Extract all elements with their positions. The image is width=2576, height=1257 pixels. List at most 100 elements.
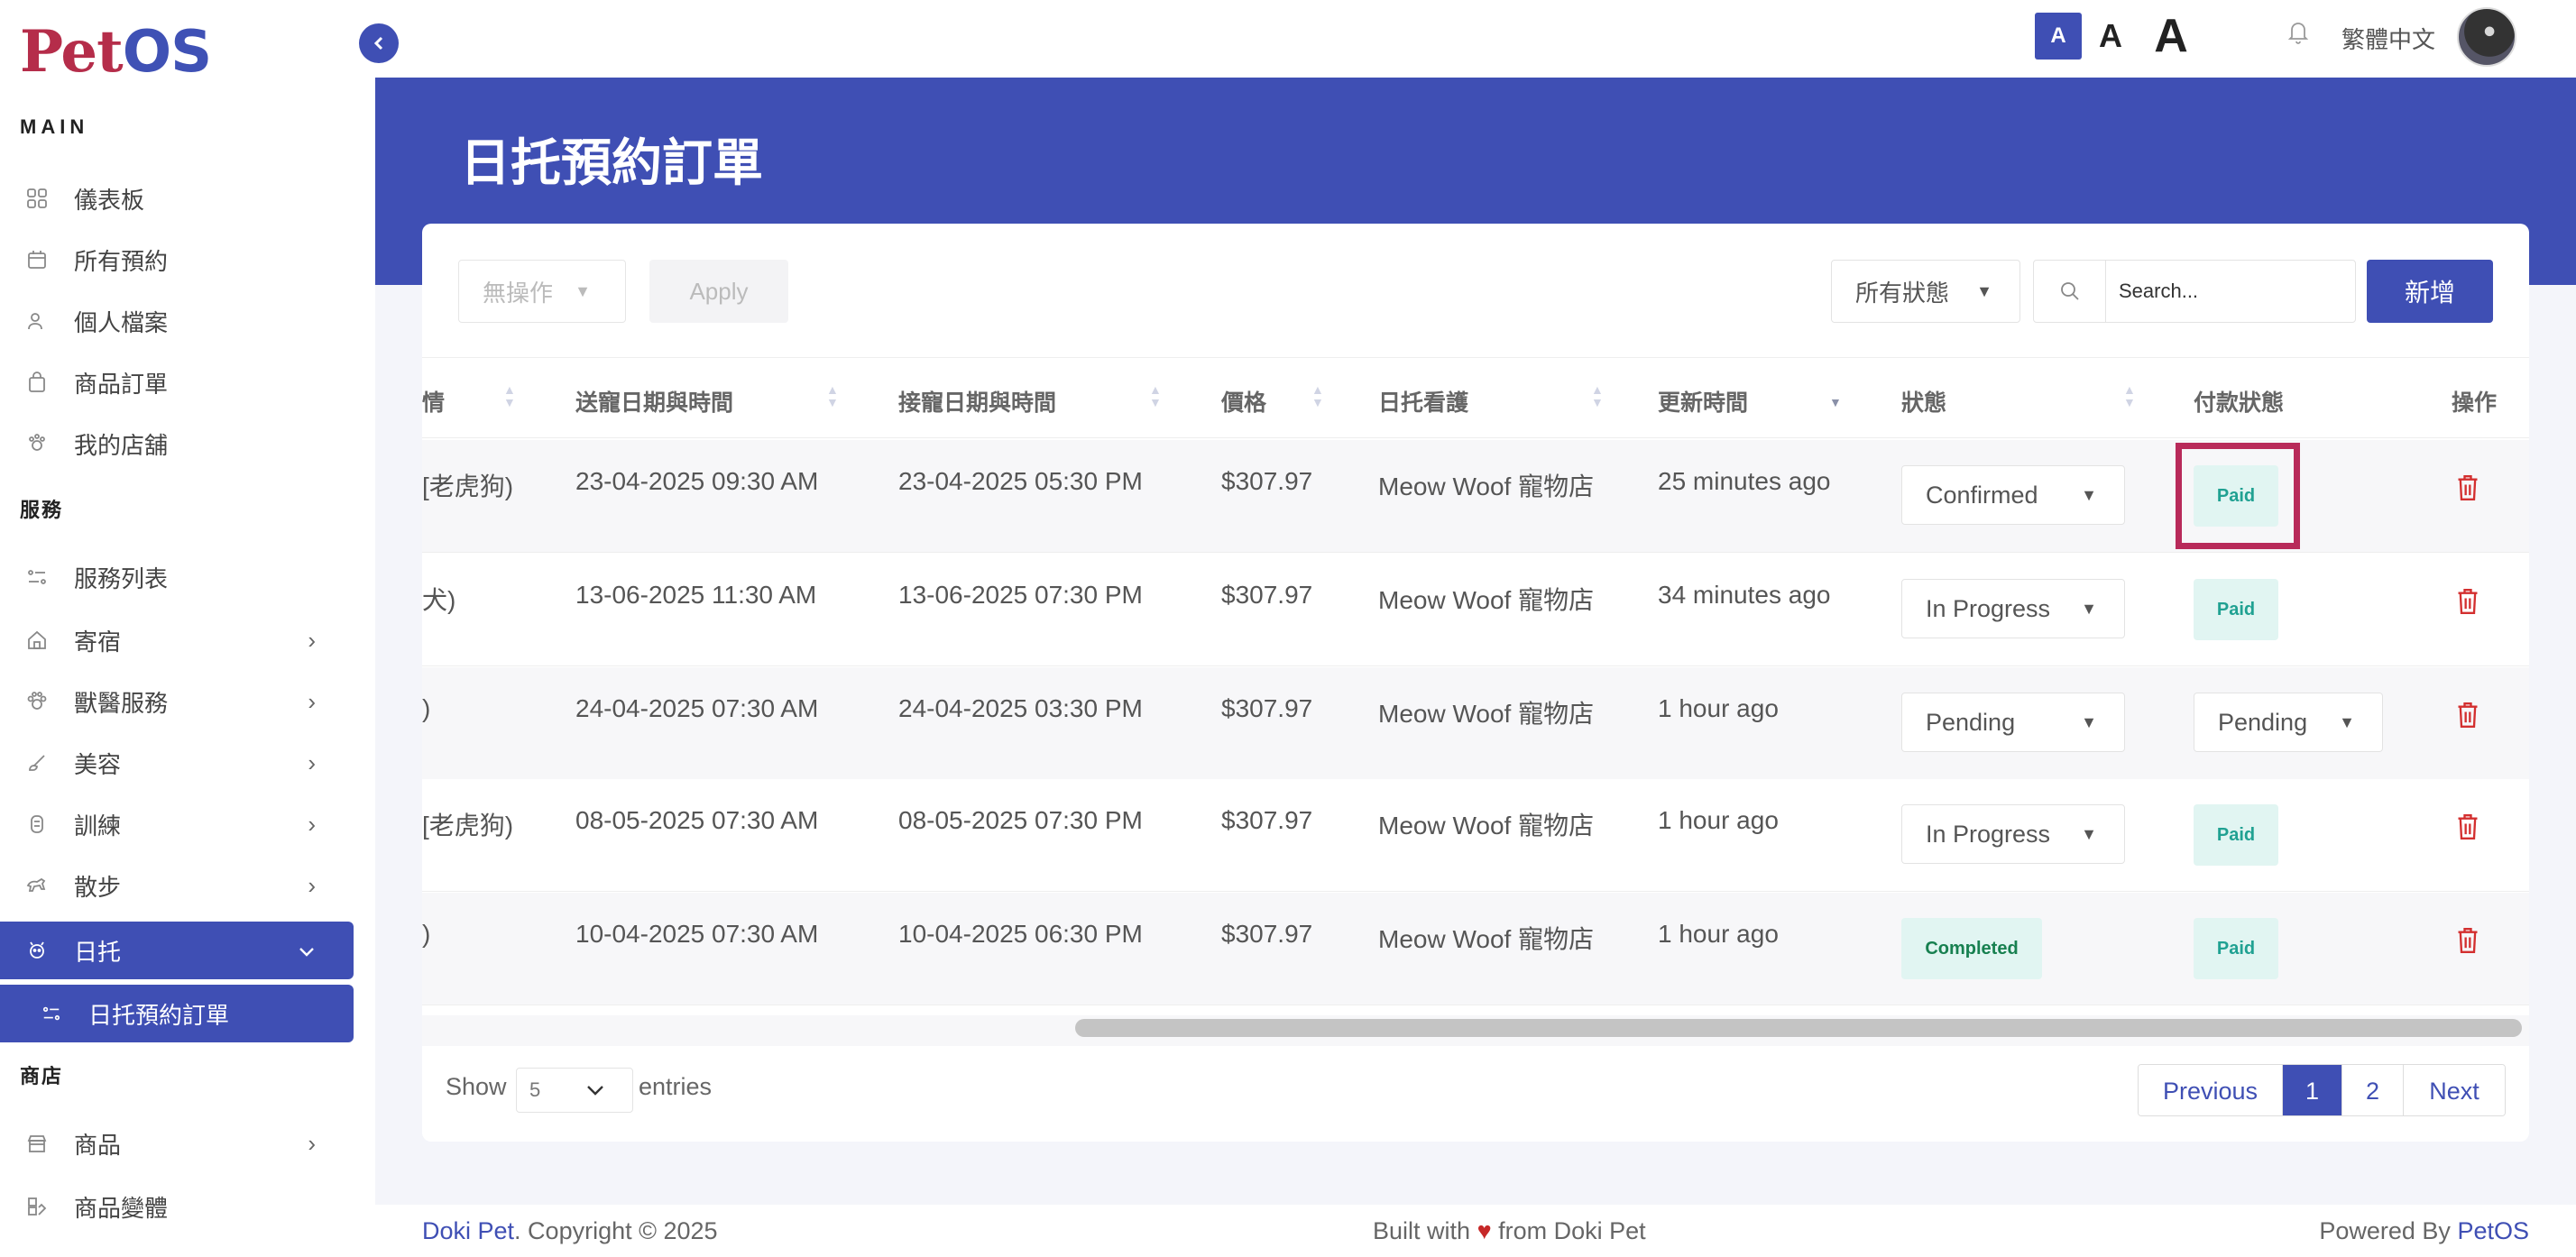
- section-title-shop: 商店: [20, 1065, 64, 1087]
- heart-icon: ♥: [1477, 1217, 1492, 1244]
- sort-icon[interactable]: ▲ ▼: [1311, 383, 1324, 408]
- sidebar-item-boarding[interactable]: 寄宿 ›: [0, 611, 354, 669]
- footer-copyright: Doki Pet. Copyright © 2025: [422, 1217, 718, 1244]
- caret-down-icon: ▼: [2081, 599, 2097, 618]
- sidebar-item-product-variants[interactable]: 商品變體: [0, 1178, 354, 1235]
- chevron-down-icon: [298, 937, 316, 965]
- sidebar-item-label: 儀表板: [74, 186, 145, 214]
- calendar-icon: [25, 248, 49, 271]
- language-selector[interactable]: 繁體中文: [2341, 22, 2435, 55]
- status-select[interactable]: In Progress ▼: [1901, 579, 2125, 638]
- font-size-large-button[interactable]: A: [2148, 10, 2194, 62]
- trash-icon[interactable]: [2455, 812, 2480, 842]
- column-header-updated[interactable]: 更新時間: [1658, 385, 1748, 417]
- font-size-small-button[interactable]: A: [2035, 13, 2082, 60]
- sidebar-item-products[interactable]: 商品 ›: [0, 1115, 354, 1172]
- cell-caretaker: Meow Woof 寵物店: [1378, 925, 1595, 953]
- shop-icon: [25, 1132, 49, 1155]
- sort-icon[interactable]: ▲ ▼: [1149, 383, 1162, 408]
- search-input[interactable]: [2106, 261, 2350, 322]
- cell-updated: 1 hour ago: [1658, 694, 1779, 722]
- avatar[interactable]: [2457, 7, 2516, 67]
- sidebar-collapse-button[interactable]: [359, 23, 399, 63]
- sort-icon[interactable]: ▲ ▼: [503, 383, 516, 408]
- sidebar-item-daycare[interactable]: 日托: [0, 922, 354, 979]
- apply-button[interactable]: Apply: [649, 260, 788, 323]
- chevron-down-icon: [585, 1078, 605, 1102]
- sidebar-item-product-orders[interactable]: 商品訂單: [0, 353, 354, 411]
- show-label: Show: [446, 1073, 507, 1100]
- sidebar-item-dashboard[interactable]: 儀表板: [0, 170, 354, 227]
- list-icon: [40, 1002, 63, 1025]
- status-select[interactable]: In Progress ▼: [1901, 804, 2125, 864]
- footer: Doki Pet. Copyright © 2025 Built with ♥ …: [375, 1205, 2576, 1257]
- trash-icon[interactable]: [2455, 700, 2480, 730]
- chevron-right-icon: ›: [308, 687, 316, 715]
- training-icon: [25, 812, 49, 836]
- status-select[interactable]: Pending ▼: [1901, 693, 2125, 752]
- sidebar-item-walking[interactable]: 散步 ›: [0, 857, 354, 914]
- footer-petos-link[interactable]: PetOS: [2457, 1217, 2529, 1244]
- cell-price: $307.97: [1221, 467, 1313, 495]
- cell-dropoff: 08-05-2025 07:30 AM: [575, 806, 819, 834]
- status-filter-select[interactable]: 所有狀態 ▼: [1831, 260, 2020, 323]
- column-header-pickup[interactable]: 接寵日期與時間: [898, 385, 1056, 417]
- sidebar-item-label: 商品: [74, 1131, 122, 1159]
- cell-pet: [老虎狗): [422, 812, 514, 840]
- page-button-1[interactable]: 1: [2283, 1065, 2342, 1115]
- payment-status-select[interactable]: Pending ▼: [2194, 693, 2383, 752]
- sidebar-item-all-bookings[interactable]: 所有預約: [0, 231, 354, 289]
- trash-icon[interactable]: [2455, 473, 2480, 503]
- caret-down-icon: ▼: [2081, 712, 2097, 731]
- sidebar-item-grooming[interactable]: 美容 ›: [0, 734, 354, 792]
- column-header-status[interactable]: 狀態: [1901, 385, 1946, 417]
- status-select[interactable]: Confirmed ▼: [1901, 465, 2125, 525]
- sidebar-item-label: 我的店舖: [74, 431, 169, 459]
- sort-desc-icon[interactable]: ▼: [1829, 383, 1842, 408]
- cell-price: $307.97: [1221, 806, 1313, 834]
- store-icon: [25, 432, 49, 455]
- bell-icon[interactable]: [2287, 20, 2309, 51]
- page-length-select[interactable]: 5: [516, 1068, 633, 1113]
- trash-icon[interactable]: [2455, 925, 2480, 956]
- previous-page-button[interactable]: Previous: [2139, 1065, 2283, 1115]
- grid-icon: [25, 187, 49, 210]
- add-button[interactable]: 新增: [2367, 260, 2493, 323]
- sort-icon[interactable]: ▲ ▼: [2123, 383, 2136, 408]
- sidebar-item-vet[interactable]: 獸醫服務 ›: [0, 673, 354, 730]
- sidebar-item-service-list[interactable]: 服務列表: [0, 548, 354, 606]
- column-header-dropoff[interactable]: 送寵日期與時間: [575, 385, 733, 417]
- column-header-actions: 操作: [2452, 390, 2498, 416]
- brush-icon: [25, 751, 49, 775]
- sidebar-item-daycare-orders[interactable]: 日托預約訂單: [0, 985, 354, 1042]
- trash-icon[interactable]: [2455, 586, 2480, 617]
- highlight-box: [2176, 443, 2300, 549]
- bulk-action-select[interactable]: 無操作 ▼: [458, 260, 626, 323]
- sidebar-item-label: 所有預約: [74, 247, 169, 275]
- topbar: [375, 0, 2576, 78]
- column-header-payment[interactable]: 付款狀態: [2194, 385, 2284, 417]
- sort-icon[interactable]: ▲ ▼: [826, 383, 839, 408]
- table-row: ) 10-04-2025 07:30 AM 10-04-2025 06:30 P…: [422, 893, 2529, 1005]
- horizontal-scrollbar-thumb[interactable]: [1075, 1019, 2522, 1037]
- sort-icon[interactable]: ▲ ▼: [1591, 383, 1604, 408]
- house-icon: [25, 628, 49, 652]
- next-page-button[interactable]: Next: [2404, 1065, 2505, 1115]
- column-header-pet[interactable]: 情: [422, 385, 445, 417]
- table-row: [老虎狗) 08-05-2025 07:30 AM 08-05-2025 07:…: [422, 779, 2529, 892]
- sidebar-item-training[interactable]: 訓練 ›: [0, 795, 354, 853]
- app-logo[interactable]: PetOS: [20, 18, 212, 86]
- page-button-2[interactable]: 2: [2342, 1065, 2404, 1115]
- table-row: 犬) 13-06-2025 11:30 AM 13-06-2025 07:30 …: [422, 554, 2529, 666]
- cell-updated: 1 hour ago: [1658, 806, 1779, 834]
- sidebar-item-profile[interactable]: 個人檔案: [0, 292, 354, 350]
- footer-brand-link[interactable]: Doki Pet: [422, 1217, 514, 1244]
- column-header-caretaker[interactable]: 日托看護: [1378, 385, 1468, 417]
- cell-pickup: 08-05-2025 07:30 PM: [898, 806, 1143, 834]
- chevron-right-icon: ›: [308, 748, 316, 776]
- column-header-price[interactable]: 價格: [1221, 385, 1266, 417]
- sidebar-item-label: 獸醫服務: [74, 689, 169, 717]
- sidebar-item-my-store[interactable]: 我的店舖: [0, 415, 354, 473]
- table-row: ) 24-04-2025 07:30 AM 24-04-2025 03:30 P…: [422, 667, 2529, 780]
- font-size-medium-button[interactable]: A: [2091, 13, 2130, 60]
